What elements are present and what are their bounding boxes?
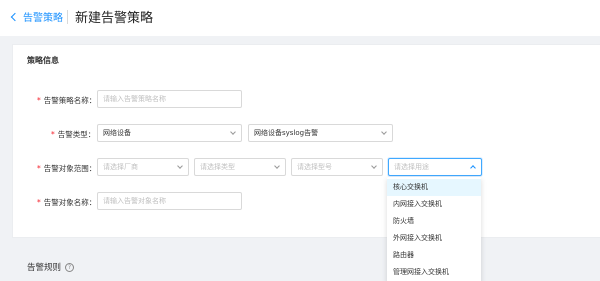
usage-dropdown: 核心交换机 内网接入交换机 防火墙 外网接入交换机 路由器 管理网接入交换机 [387,177,481,281]
type-select[interactable]: 请选择类型 [194,158,286,176]
page-header: 告警策略 新建告警策略 [0,0,600,36]
required-mark: * [37,96,41,105]
alarm-type-label: * 告警类型： [51,130,96,139]
required-mark: * [37,164,41,173]
dropdown-option[interactable]: 路由器 [387,247,481,264]
alarm-rules-section-title: 告警规则 ? [27,261,75,273]
required-mark: * [37,198,41,207]
alarm-subtype-select[interactable]: 网络设备syslog告警 [248,124,393,142]
page-title: 新建告警策略 [75,11,154,26]
chevron-up-icon [470,165,476,171]
help-icon[interactable]: ? [65,262,75,272]
chevron-left-icon [10,12,20,22]
dropdown-option[interactable]: 管理网接入交换机 [387,264,481,281]
chevron-down-icon [230,129,236,135]
alarm-type-select[interactable]: 网络设备 [97,124,242,142]
chevron-down-icon [274,163,280,169]
chevron-down-icon [371,163,377,169]
model-select[interactable]: 请选择型号 [291,158,383,176]
back-link[interactable]: 告警策略 [10,9,63,24]
back-link-label: 告警策略 [23,13,63,24]
dropdown-option[interactable]: 内网接入交换机 [387,196,481,213]
target-name-input[interactable]: 请输入告警对象名称 [97,192,242,210]
policy-name-label: * 告警策略名称： [37,96,97,105]
target-name-label: * 告警对象名称： [37,198,97,207]
dropdown-option[interactable]: 核心交换机 [387,179,481,196]
chevron-down-icon [177,163,183,169]
dropdown-option[interactable]: 外网接入交换机 [387,230,481,247]
policy-name-input[interactable]: 请输入告警策略名称 [97,90,242,108]
section-title: 策略信息 [27,56,59,65]
dropdown-option[interactable]: 防火墙 [387,213,481,230]
vendor-select[interactable]: 请选择厂商 [97,158,189,176]
target-scope-label: * 告警对象范围： [37,164,97,173]
required-mark: * [51,130,55,139]
header-divider [67,10,68,24]
usage-select[interactable]: 请选择用途 [388,158,482,176]
chevron-down-icon [381,129,387,135]
policy-info-card: 策略信息 * 告警策略名称： 请输入告警策略名称 * 告警类型： 网络设备 网络设备… [12,44,600,238]
